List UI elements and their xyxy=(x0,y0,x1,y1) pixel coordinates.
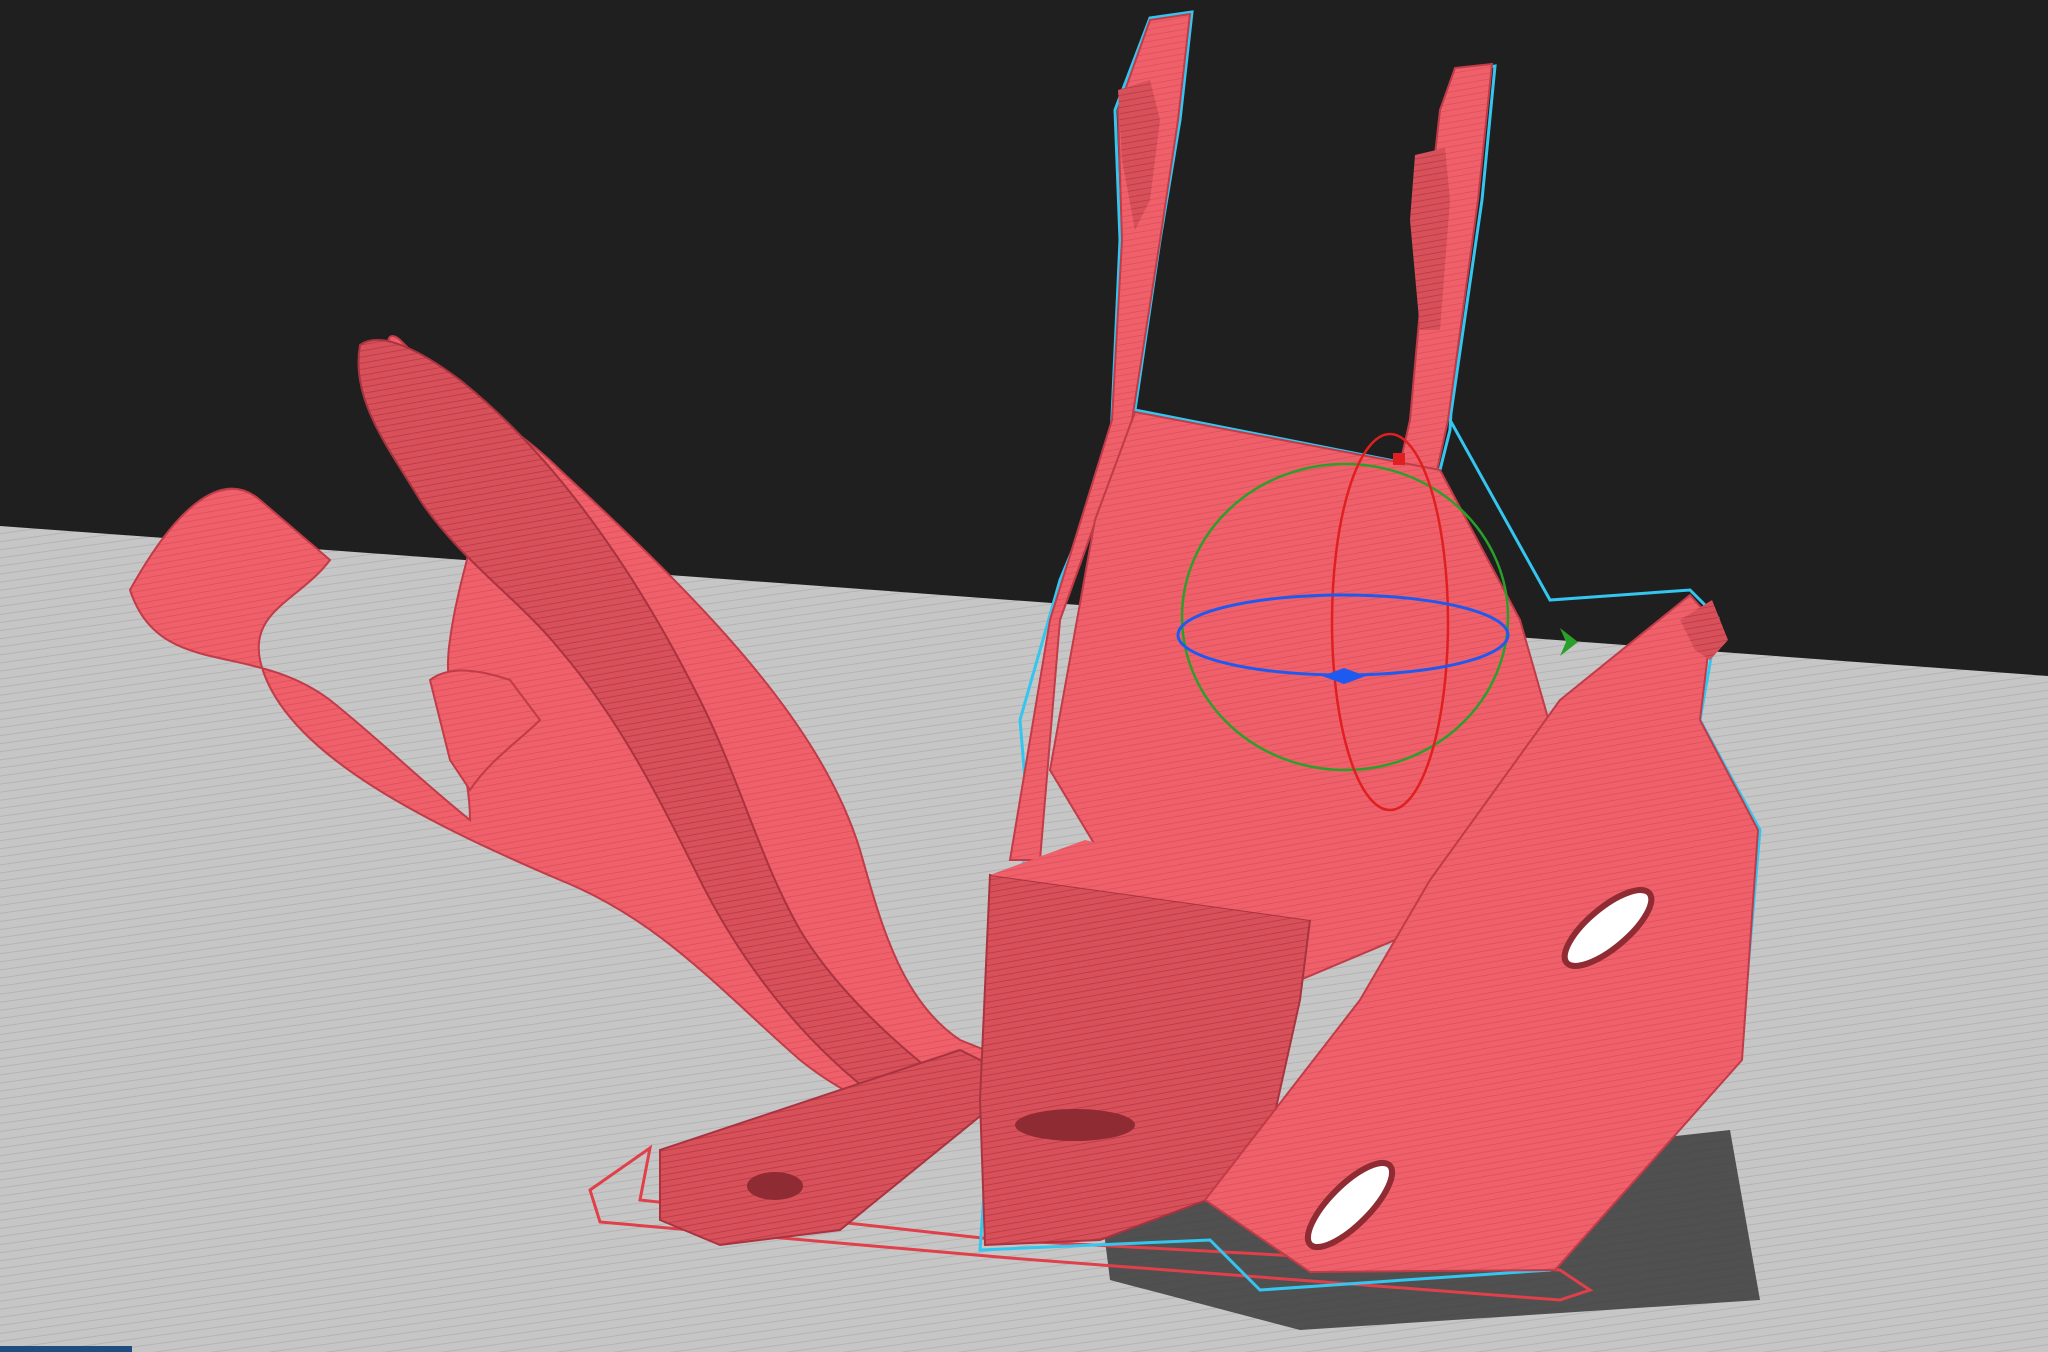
gizmo-handle-x[interactable] xyxy=(1393,453,1405,465)
status-strip xyxy=(0,1346,132,1352)
scene-canvas[interactable] xyxy=(0,0,2048,1352)
lower-box-hole xyxy=(1015,1109,1135,1141)
3d-viewport[interactable] xyxy=(0,0,2048,1352)
arm-base-hole xyxy=(747,1172,803,1200)
